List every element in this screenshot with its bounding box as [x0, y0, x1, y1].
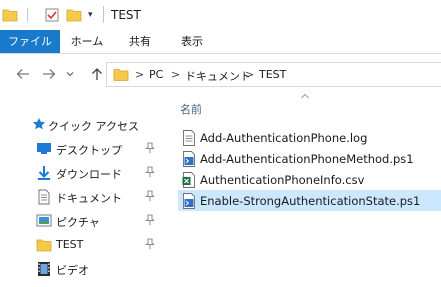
folder-icon: [36, 237, 52, 256]
text-file-icon: [182, 130, 196, 149]
nav-item-label: TEST: [56, 238, 84, 251]
tab-file[interactable]: ファイル: [0, 30, 60, 53]
nav-item-downloads[interactable]: ダウンロード: [0, 162, 168, 184]
file-name: Add-AuthenticationPhone.log: [200, 131, 368, 145]
breadcrumb-separator: >: [245, 68, 255, 81]
nav-item-label: ピクチャ: [56, 216, 100, 229]
file-name: Add-AuthenticationPhoneMethod.ps1: [200, 152, 414, 166]
address-bar[interactable]: > PC > ドキュメント > TEST: [106, 62, 441, 87]
file-row[interactable]: Add-AuthenticationPhone.log: [178, 127, 441, 148]
pin-icon[interactable]: [145, 214, 155, 229]
file-row[interactable]: Add-AuthenticationPhoneMethod.ps1: [178, 148, 441, 169]
navigation-bar: > PC > ドキュメント > TEST: [0, 55, 441, 95]
file-name: Enable-StrongAuthenticationState.ps1: [200, 194, 421, 208]
customize-quick-access-icon[interactable]: ▾: [88, 10, 93, 20]
new-folder-icon[interactable]: [66, 7, 82, 26]
pin-icon[interactable]: [145, 166, 155, 181]
title-bar: ▾ TEST: [0, 0, 441, 30]
breadcrumb-documents[interactable]: ドキュメント: [185, 68, 251, 84]
nav-item-label: ビデオ: [56, 264, 89, 277]
navigation-pane: クイック アクセス デスクトップ ダウンロード ドキュメント ピクチャ TEST…: [0, 95, 168, 287]
music-icon: [36, 282, 52, 287]
title-separator: [103, 6, 104, 23]
desktop-icon: [36, 141, 52, 158]
window-title: TEST: [111, 8, 141, 22]
pictures-icon: [36, 213, 52, 231]
download-icon: [36, 165, 52, 184]
nav-item-pictures[interactable]: ピクチャ: [0, 210, 168, 232]
tab-home[interactable]: ホーム: [62, 30, 112, 53]
videos-icon: [36, 261, 52, 280]
excel-csv-icon: [182, 172, 196, 191]
column-header-name[interactable]: 名前: [180, 101, 202, 117]
powershell-script-icon: [182, 151, 196, 170]
nav-item-documents[interactable]: ドキュメント: [0, 186, 168, 208]
nav-item-videos[interactable]: ビデオ: [0, 258, 168, 280]
properties-icon[interactable]: [44, 7, 60, 26]
nav-item-partial: [0, 281, 168, 287]
file-row[interactable]: AuthenticationPhoneInfo.csv: [178, 169, 441, 190]
documents-icon: [36, 189, 52, 208]
nav-item-quick-access[interactable]: クイック アクセス: [0, 114, 168, 136]
folder-icon[interactable]: [2, 7, 18, 26]
pin-icon[interactable]: [145, 190, 155, 205]
breadcrumb-separator: >: [171, 68, 181, 81]
pin-icon[interactable]: [145, 142, 155, 157]
file-row-selected[interactable]: Enable-StrongAuthenticationState.ps1: [178, 190, 441, 211]
star-icon: [32, 117, 46, 134]
pin-icon[interactable]: [145, 238, 155, 253]
breadcrumb-pc[interactable]: PC: [149, 68, 163, 81]
breadcrumb-separator: >: [135, 68, 145, 81]
ribbon-tabs: ファイル ホーム 共有 表示: [0, 30, 441, 54]
forward-arrow-icon[interactable]: [40, 66, 58, 84]
nav-item-label: ダウンロード: [56, 168, 122, 181]
file-list-pane: 名前 Add-AuthenticationPhone.log Add-Authe…: [170, 92, 441, 287]
nav-item-test[interactable]: TEST: [0, 234, 168, 256]
up-arrow-icon[interactable]: [88, 66, 106, 84]
powershell-script-icon: [182, 193, 196, 212]
nav-item-label: クイック アクセス: [48, 120, 139, 133]
nav-item-label: ドキュメント: [56, 192, 122, 205]
recent-locations-chevron-icon[interactable]: [65, 68, 75, 86]
nav-item-label: デスクトップ: [56, 144, 122, 157]
sort-ascending-icon: [300, 92, 310, 101]
tab-view[interactable]: 表示: [170, 30, 214, 53]
toolbar-separator: [27, 8, 28, 22]
back-arrow-icon[interactable]: [14, 66, 32, 84]
tab-share[interactable]: 共有: [118, 30, 162, 53]
nav-item-desktop[interactable]: デスクトップ: [0, 138, 168, 160]
folder-icon: [113, 67, 129, 85]
breadcrumb-test[interactable]: TEST: [259, 68, 286, 81]
file-name: AuthenticationPhoneInfo.csv: [200, 173, 365, 187]
